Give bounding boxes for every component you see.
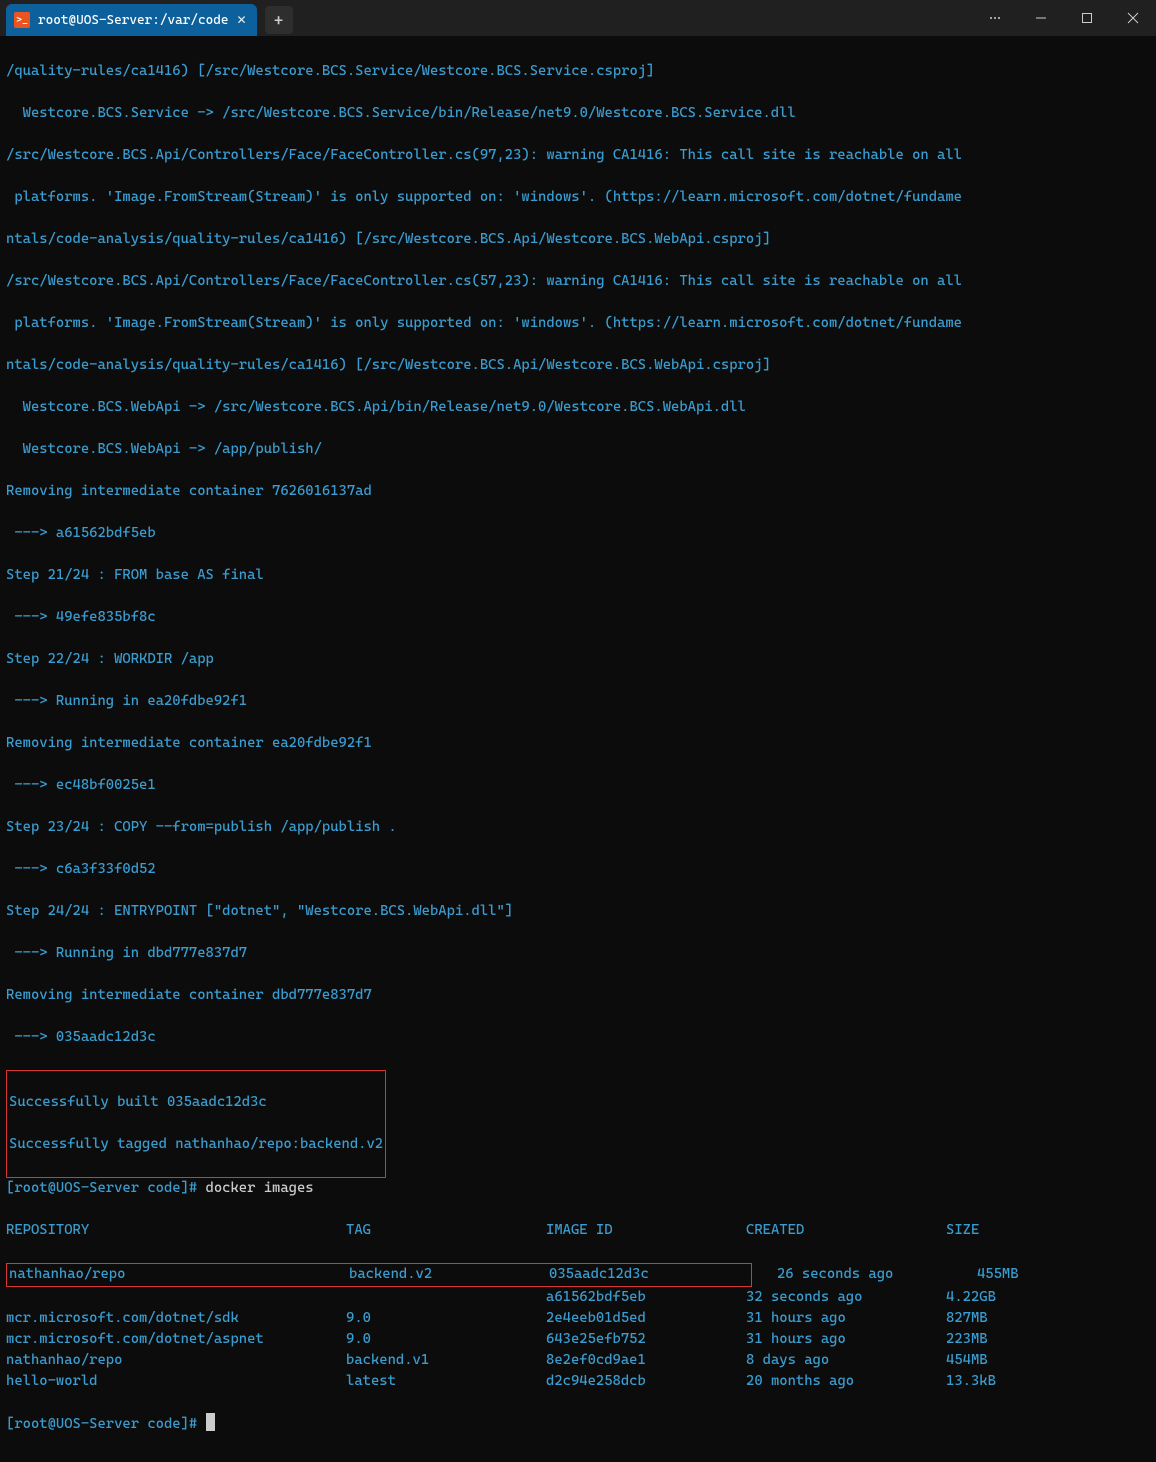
- output-line: Step 22/24 : WORKDIR /app: [6, 649, 1150, 670]
- command-text: docker images: [206, 1180, 314, 1196]
- close-button[interactable]: [1110, 0, 1156, 36]
- table-row: mcr.microsoft.com/dotnet/sdk9.02e4eeb01d…: [6, 1308, 1150, 1329]
- output-line: ---> 49efe835bf8c: [6, 607, 1150, 628]
- output-line: ---> Running in dbd777e837d7: [6, 943, 1150, 964]
- maximize-button[interactable]: [1064, 0, 1110, 36]
- window-controls: [972, 0, 1156, 36]
- table-row: nathanhao/repobackend.v18e2ef0cd9ae18 da…: [6, 1350, 1150, 1371]
- more-icon[interactable]: [972, 0, 1018, 36]
- table-header: REPOSITORYTAGIMAGE IDCREATEDSIZE: [6, 1220, 1150, 1241]
- output-line: Successfully built 035aadc12d3c: [9, 1092, 383, 1113]
- output-line: Step 21/24 : FROM base AS final: [6, 565, 1150, 586]
- output-line: ---> c6a3f33f0d52: [6, 859, 1150, 880]
- output-line: ---> Running in ea20fdbe92f1: [6, 691, 1150, 712]
- output-line: Step 24/24 : ENTRYPOINT ["dotnet", "West…: [6, 901, 1150, 922]
- cursor: [206, 1413, 215, 1431]
- output-line: Step 23/24 : COPY --from=publish /app/pu…: [6, 817, 1150, 838]
- output-line: ---> a61562bdf5eb: [6, 523, 1150, 544]
- output-line: Removing intermediate container dbd777e8…: [6, 985, 1150, 1006]
- highlight-box-success: Successfully built 035aadc12d3c Successf…: [6, 1070, 386, 1178]
- table-row: mcr.microsoft.com/dotnet/aspnet9.0643e25…: [6, 1329, 1150, 1350]
- terminal-output[interactable]: /quality-rules/ca1416) [/src/Westcore.BC…: [0, 36, 1156, 1462]
- output-line: Westcore.BCS.WebApi -> /src/Westcore.BCS…: [6, 397, 1150, 418]
- output-line: Removing intermediate container ea20fdbe…: [6, 733, 1150, 754]
- output-line: platforms. 'Image.FromStream(Stream)' is…: [6, 187, 1150, 208]
- output-line: platforms. 'Image.FromStream(Stream)' is…: [6, 313, 1150, 334]
- terminal-icon: >_: [14, 12, 30, 28]
- close-icon[interactable]: ✕: [236, 13, 246, 27]
- shell-prompt: [root@UOS-Server code]#: [6, 1416, 206, 1432]
- output-line: ---> 035aadc12d3c: [6, 1027, 1150, 1048]
- table-row: hello-worldlatestd2c94e258dcb20 months a…: [6, 1371, 1150, 1392]
- output-line: /quality-rules/ca1416) [/src/Westcore.BC…: [6, 61, 1150, 82]
- output-line: ntals/code-analysis/quality-rules/ca1416…: [6, 229, 1150, 250]
- table-row: a61562bdf5eb32 seconds ago4.22GB: [6, 1287, 1150, 1308]
- output-line: ---> ec48bf0025e1: [6, 775, 1150, 796]
- titlebar-left: >_ root@UOS-Server:/var/code ✕ +: [0, 0, 293, 36]
- output-line: ntals/code-analysis/quality-rules/ca1416…: [6, 355, 1150, 376]
- output-line: Westcore.BCS.Service -> /src/Westcore.BC…: [6, 103, 1150, 124]
- output-line: /src/Westcore.BCS.Api/Controllers/Face/F…: [6, 271, 1150, 292]
- output-line: Westcore.BCS.WebApi -> /app/publish/: [6, 439, 1150, 460]
- output-line: Successfully tagged nathanhao/repo:backe…: [9, 1134, 383, 1155]
- minimize-button[interactable]: [1018, 0, 1064, 36]
- tab-title: root@UOS-Server:/var/code: [38, 13, 228, 28]
- output-line: Removing intermediate container 76260161…: [6, 481, 1150, 502]
- output-line: /src/Westcore.BCS.Api/Controllers/Face/F…: [6, 145, 1150, 166]
- highlight-box-row: nathanhao/repobackend.v2035aadc12d3c: [6, 1263, 752, 1287]
- shell-prompt: [root@UOS-Server code]#: [6, 1180, 206, 1196]
- terminal-tab[interactable]: >_ root@UOS-Server:/var/code ✕: [6, 4, 257, 36]
- new-tab-button[interactable]: +: [265, 6, 293, 34]
- table-row: nathanhao/repobackend.v2035aadc12d3c 26 …: [6, 1262, 1150, 1287]
- titlebar: >_ root@UOS-Server:/var/code ✕ +: [0, 0, 1156, 36]
